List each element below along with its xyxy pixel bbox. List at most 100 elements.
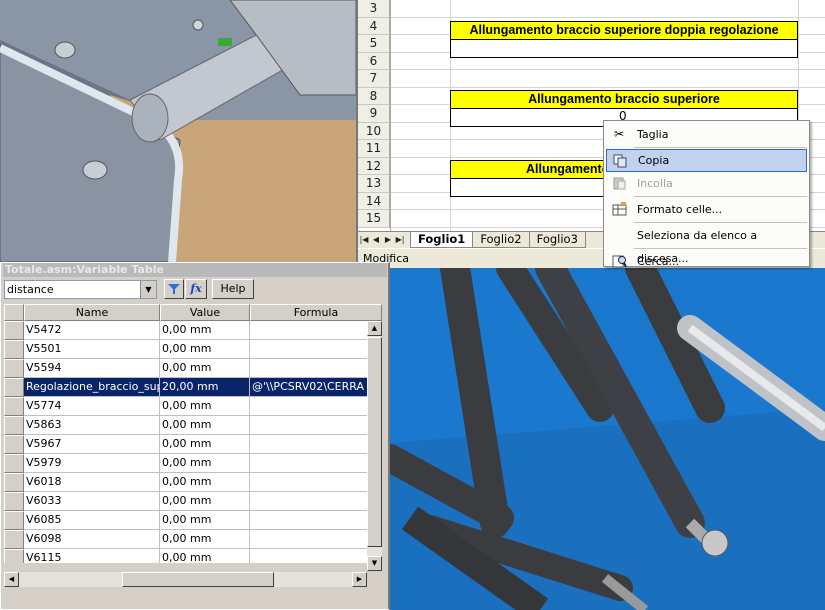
table-row[interactable]: V5501 0,00 mm bbox=[4, 340, 382, 359]
name-cell[interactable]: V6098 bbox=[24, 530, 160, 549]
name-cell[interactable]: V5967 bbox=[24, 435, 160, 454]
row-header[interactable]: 13 bbox=[358, 175, 390, 193]
table-row[interactable]: V5774 0,00 mm bbox=[4, 397, 382, 416]
name-cell[interactable]: V5501 bbox=[24, 340, 160, 359]
row-selector[interactable] bbox=[4, 321, 24, 340]
table-row[interactable]: V5594 0,00 mm bbox=[4, 359, 382, 378]
menu-item-cerca[interactable]: Cerca... bbox=[606, 250, 807, 273]
name-cell[interactable]: V5594 bbox=[24, 359, 160, 378]
value-cell[interactable]: 0,00 mm bbox=[160, 492, 250, 511]
column-header-name[interactable]: Name bbox=[24, 304, 160, 321]
value-cell[interactable]: 0,00 mm bbox=[160, 549, 250, 563]
row-selector[interactable] bbox=[4, 378, 24, 397]
title-box-1[interactable]: Allungamento braccio superiore doppia re… bbox=[450, 21, 798, 40]
formula-cell[interactable] bbox=[250, 416, 382, 435]
menu-item-formato-celle[interactable]: Formato celle... bbox=[606, 198, 807, 221]
cad-viewport-bottom[interactable] bbox=[390, 268, 825, 610]
row-header[interactable]: 6 bbox=[358, 52, 390, 70]
value-cell[interactable]: 20,00 mm bbox=[160, 378, 250, 397]
menu-item-taglia[interactable]: ✂ Taglia bbox=[606, 123, 807, 146]
name-cell[interactable]: V6033 bbox=[24, 492, 160, 511]
window-title[interactable]: Totale.asm:Variable Table bbox=[3, 263, 387, 277]
table-row[interactable]: V6018 0,00 mm bbox=[4, 473, 382, 492]
last-sheet-icon[interactable]: ▶| bbox=[394, 233, 406, 247]
row-header[interactable]: 11 bbox=[358, 140, 390, 158]
table-row[interactable]: V5979 0,00 mm bbox=[4, 454, 382, 473]
row-selector[interactable] bbox=[4, 530, 24, 549]
value-cell[interactable]: 0,00 mm bbox=[160, 397, 250, 416]
row-selector[interactable] bbox=[4, 454, 24, 473]
formula-cell[interactable] bbox=[250, 359, 382, 378]
table-row[interactable]: V6098 0,00 mm bbox=[4, 530, 382, 549]
value-cell[interactable]: 0,00 mm bbox=[160, 340, 250, 359]
name-cell[interactable]: V5774 bbox=[24, 397, 160, 416]
row-header[interactable]: 3 bbox=[358, 0, 390, 18]
row-selector[interactable] bbox=[4, 549, 24, 563]
title-box-2[interactable]: Allungamento braccio superiore bbox=[450, 90, 798, 109]
scroll-down-icon[interactable]: ▼ bbox=[367, 556, 382, 571]
table-row[interactable]: V6085 0,00 mm bbox=[4, 511, 382, 530]
value-cell[interactable]: 0,00 mm bbox=[160, 511, 250, 530]
value-cell[interactable]: 0,00 mm bbox=[160, 473, 250, 492]
row-header[interactable]: 4 bbox=[358, 17, 390, 35]
menu-item-seleziona-elenco[interactable]: Seleziona da elenco a discesa... bbox=[606, 224, 807, 265]
prev-sheet-icon[interactable]: ◀ bbox=[370, 233, 382, 247]
table-row[interactable]: V5863 0,00 mm bbox=[4, 416, 382, 435]
scroll-right-icon[interactable]: ▶ bbox=[352, 572, 367, 587]
table-row[interactable]: V5967 0,00 mm bbox=[4, 435, 382, 454]
table-row[interactable]: Regolazione_braccio_supe 20,00 mm @'\\PCSR… bbox=[4, 378, 382, 397]
row-selector[interactable] bbox=[4, 473, 24, 492]
row-selector[interactable] bbox=[4, 492, 24, 511]
formula-cell[interactable] bbox=[250, 530, 382, 549]
formula-cell[interactable] bbox=[250, 397, 382, 416]
row-header[interactable]: 7 bbox=[358, 70, 390, 88]
hscroll-thumb[interactable] bbox=[122, 572, 274, 587]
row-selector[interactable] bbox=[4, 359, 24, 378]
value-cell[interactable]: 0,00 mm bbox=[160, 359, 250, 378]
chevron-down-icon[interactable]: ▼ bbox=[140, 281, 156, 298]
table-row[interactable]: V5472 0,00 mm bbox=[4, 321, 382, 340]
value-cell[interactable]: 0,00 mm bbox=[160, 321, 250, 340]
formula-cell[interactable] bbox=[250, 492, 382, 511]
formula-cell[interactable] bbox=[250, 511, 382, 530]
name-cell[interactable]: V6018 bbox=[24, 473, 160, 492]
value-cell[interactable]: 0,00 mm bbox=[160, 435, 250, 454]
menu-item-incolla[interactable]: Incolla bbox=[606, 172, 807, 195]
row-header[interactable]: 10 bbox=[358, 122, 390, 140]
column-header-formula[interactable]: Formula bbox=[250, 304, 382, 321]
formula-cell[interactable] bbox=[250, 473, 382, 492]
row-selector[interactable] bbox=[4, 511, 24, 530]
function-button[interactable]: fx bbox=[185, 279, 207, 299]
formula-cell[interactable] bbox=[250, 454, 382, 473]
first-sheet-icon[interactable]: |◀ bbox=[358, 233, 370, 247]
filter-button[interactable] bbox=[164, 279, 184, 299]
column-header-value[interactable]: Value bbox=[160, 304, 250, 321]
name-cell[interactable]: V5863 bbox=[24, 416, 160, 435]
table-row[interactable]: V6115 0,00 mm bbox=[4, 549, 382, 563]
row-header[interactable]: 5 bbox=[358, 35, 390, 53]
name-cell[interactable]: V6115 bbox=[24, 549, 160, 563]
row-header[interactable]: 12 bbox=[358, 157, 390, 175]
row-header[interactable]: 14 bbox=[358, 192, 390, 210]
row-selector[interactable] bbox=[4, 435, 24, 454]
help-button[interactable]: Help bbox=[212, 279, 254, 299]
horizontal-scrollbar[interactable]: ◀ ▶ bbox=[4, 572, 367, 587]
value-cell[interactable]: 0,00 mm bbox=[160, 416, 250, 435]
next-sheet-icon[interactable]: ▶ bbox=[382, 233, 394, 247]
formula-cell[interactable] bbox=[250, 340, 382, 359]
value-cell[interactable]: 0,00 mm bbox=[160, 530, 250, 549]
row-selector[interactable] bbox=[4, 340, 24, 359]
name-cell[interactable]: Regolazione_braccio_supe bbox=[24, 378, 160, 397]
scroll-thumb[interactable] bbox=[367, 337, 382, 547]
cad-viewport-top[interactable] bbox=[0, 0, 356, 262]
name-cell[interactable]: V5979 bbox=[24, 454, 160, 473]
value-cell[interactable]: 0,00 mm bbox=[160, 454, 250, 473]
vertical-scrollbar[interactable]: ▲ ▼ bbox=[367, 321, 382, 571]
row-selector[interactable] bbox=[4, 397, 24, 416]
filter-select[interactable]: distance ▼ bbox=[4, 280, 157, 299]
value-box-1[interactable] bbox=[450, 40, 798, 58]
row-header[interactable]: 9 bbox=[358, 105, 390, 123]
name-cell[interactable]: V6085 bbox=[24, 511, 160, 530]
scroll-up-icon[interactable]: ▲ bbox=[367, 321, 382, 336]
table-row[interactable]: V6033 0,00 mm bbox=[4, 492, 382, 511]
